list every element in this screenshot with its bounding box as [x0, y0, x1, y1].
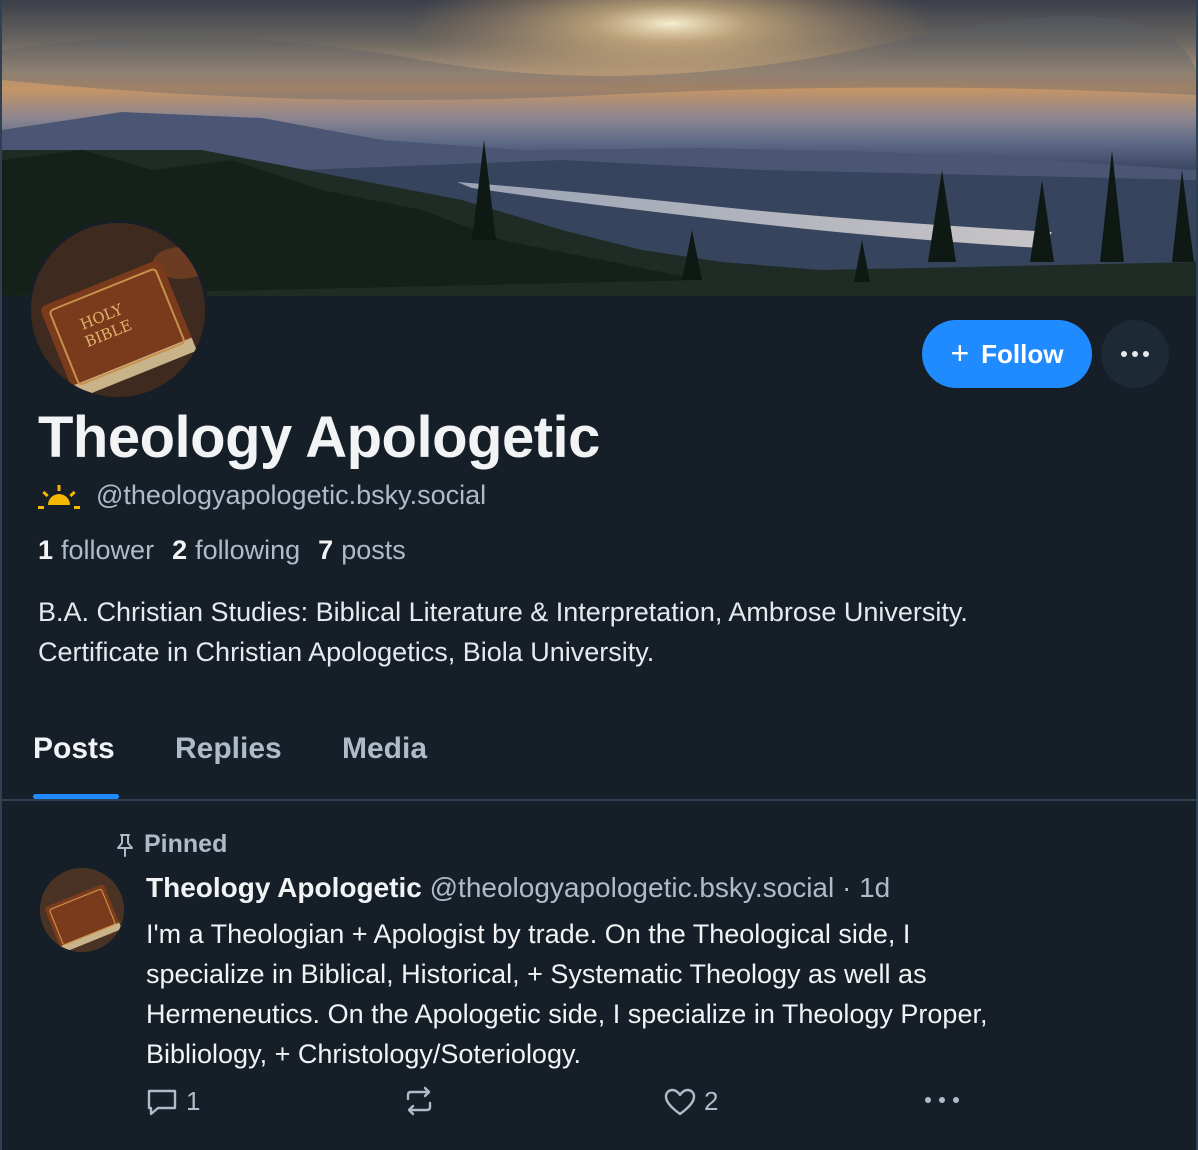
- profile-handle-row: @theologyapologetic.bsky.social: [38, 480, 486, 511]
- holy-bible-avatar-image: HOLY BIBLE: [31, 223, 205, 397]
- repost-button[interactable]: [402, 1086, 436, 1116]
- holy-bible-avatar-image: [40, 868, 124, 952]
- profile-tabs: Posts Replies Media: [2, 700, 1196, 801]
- post-author-name[interactable]: Theology Apologetic: [146, 872, 422, 903]
- post-header: Theology Apologetic @theologyapologetic.…: [146, 872, 890, 904]
- tab-posts[interactable]: Posts: [33, 732, 115, 766]
- pinned-label: Pinned: [114, 830, 227, 859]
- followers-label: follower: [61, 535, 155, 565]
- profile-page: HOLY BIBLE + Follow Theology Apologetic …: [0, 0, 1198, 1150]
- post-author-handle[interactable]: @theologyapologetic.bsky.social: [430, 872, 835, 903]
- tab-replies[interactable]: Replies: [175, 732, 282, 766]
- posts-count: 7: [318, 535, 334, 565]
- active-tab-indicator: [33, 794, 119, 799]
- bio-line: Certificate in Christian Apologetics, Bi…: [38, 637, 655, 667]
- profile-display-name: Theology Apologetic: [38, 405, 600, 470]
- posts-stat: 7 posts: [318, 535, 406, 566]
- profile-stats: 1 follower 2 following 7 posts: [38, 535, 406, 566]
- pin-icon: [117, 833, 133, 857]
- following-label: following: [195, 535, 301, 565]
- reply-bubble-icon: [147, 1089, 177, 1115]
- profile-avatar[interactable]: HOLY BIBLE: [28, 220, 208, 400]
- ellipsis-icon: [1121, 351, 1149, 357]
- reply-button[interactable]: 1: [146, 1086, 200, 1117]
- like-button[interactable]: 2: [664, 1086, 718, 1117]
- follow-button[interactable]: + Follow: [922, 320, 1092, 388]
- posts-label: posts: [341, 535, 406, 565]
- heart-icon: [664, 1088, 696, 1115]
- more-options-button[interactable]: [1101, 320, 1169, 388]
- profile-bio: B.A. Christian Studies: Biblical Literat…: [38, 592, 1168, 672]
- post-actions: 1 2: [146, 1086, 966, 1126]
- reply-count: 1: [186, 1086, 201, 1116]
- followers-stat[interactable]: 1 follower: [38, 535, 154, 566]
- post-author-avatar[interactable]: [40, 868, 124, 952]
- pinned-text: Pinned: [144, 830, 228, 858]
- profile-handle[interactable]: @theologyapologetic.bsky.social: [96, 480, 486, 511]
- post-timestamp[interactable]: · 1d: [842, 872, 890, 903]
- post-text-line: Hermeneutics. On the Apologetic side, I …: [146, 999, 988, 1029]
- bio-line: B.A. Christian Studies: Biblical Literat…: [38, 597, 968, 627]
- post-text-line: specialize in Biblical, Historical, + Sy…: [146, 959, 927, 989]
- repost-icon: [406, 1086, 432, 1116]
- post-body[interactable]: I'm a Theologian + Apologist by trade. O…: [146, 914, 1156, 1074]
- post-more-options-button[interactable]: [924, 1096, 960, 1104]
- follow-button-label: Follow: [981, 338, 1064, 369]
- post-text-line: Bibliology, + Christology/Soteriology.: [146, 1039, 581, 1069]
- post-text-line: I'm a Theologian + Apologist by trade. O…: [146, 919, 911, 949]
- sunrise-icon: [38, 484, 80, 509]
- following-stat[interactable]: 2 following: [172, 535, 300, 566]
- ellipsis-icon: [925, 1097, 959, 1103]
- followers-count: 1: [38, 535, 54, 565]
- like-count: 2: [704, 1086, 719, 1116]
- plus-icon: +: [950, 335, 970, 371]
- following-count: 2: [172, 535, 188, 565]
- tab-media[interactable]: Media: [342, 732, 427, 766]
